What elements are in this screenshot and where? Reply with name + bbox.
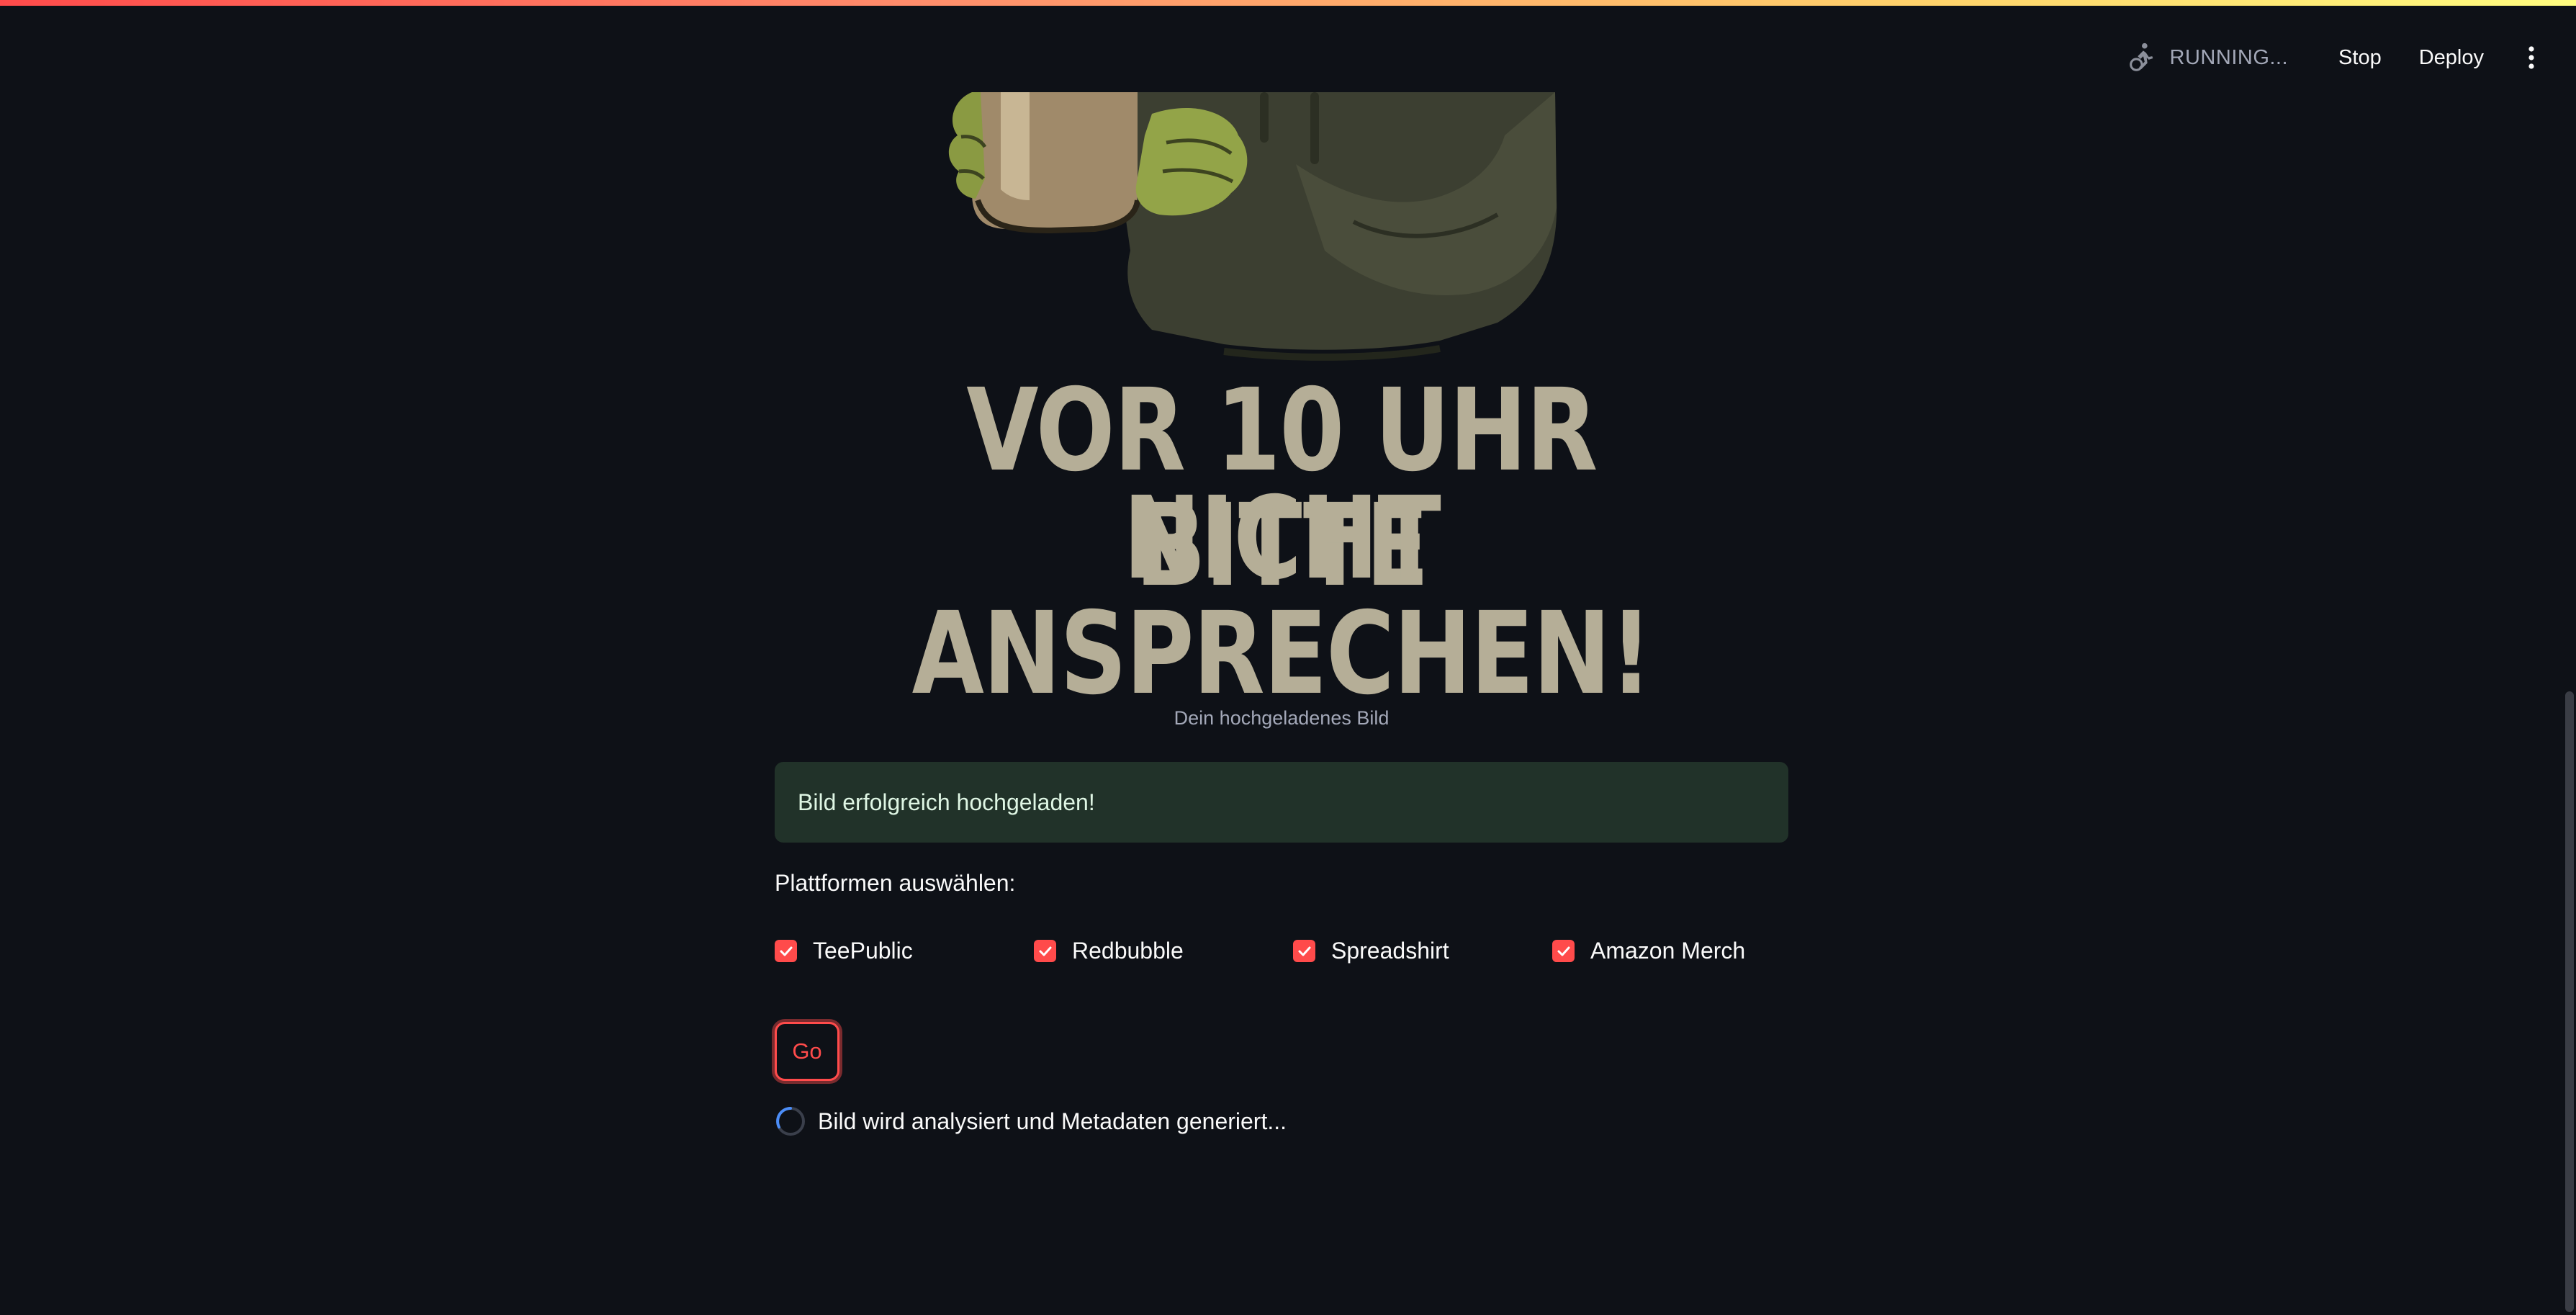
loading-spinner-icon [776, 1107, 805, 1136]
main-menu-button[interactable] [2516, 36, 2547, 79]
vertical-dots-icon [2528, 46, 2534, 69]
page-scrollbar[interactable] [2563, 0, 2576, 1315]
checkbox-amazon-merch[interactable]: Amazon Merch [1552, 938, 1745, 964]
running-status: RUNNING... [2125, 41, 2289, 74]
running-status-text: RUNNING... [2169, 45, 2289, 69]
success-alert-text: Bild erfolgreich hochgeladen! [798, 789, 1095, 815]
deploy-button[interactable]: Deploy [2405, 39, 2498, 77]
uploaded-image: VOR 10 UHR BITTE NICHT ANSPRECHEN! [792, 92, 1771, 712]
scrollbar-thumb[interactable] [2565, 691, 2574, 1312]
checkbox-spreadshirt[interactable]: Spreadshirt [1293, 938, 1449, 964]
checkbox-checked-icon[interactable] [1552, 940, 1575, 962]
image-caption: Dein hochgeladenes Bild [1174, 707, 1390, 729]
checkbox-checked-icon[interactable] [775, 940, 797, 962]
running-man-icon [2129, 42, 2153, 71]
app-page: RUNNING... Stop Deploy VOR 10 UHR BITTE … [0, 0, 2576, 1315]
checkbox-label: Spreadshirt [1331, 938, 1449, 964]
image-text-line-2: NICHT ANSPRECHEN! [911, 472, 1652, 720]
platform-select-label: Plattformen auswählen: [775, 870, 1016, 896]
illustration-character [948, 92, 1557, 361]
success-alert: Bild erfolgreich hochgeladen! [775, 762, 1788, 843]
stop-button[interactable]: Stop [2324, 39, 2396, 77]
checkbox-label: TeePublic [813, 938, 913, 964]
checkbox-redbubble[interactable]: Redbubble [1034, 938, 1184, 964]
checkbox-label: Amazon Merch [1590, 938, 1746, 964]
checkbox-teepublic[interactable]: TeePublic [775, 938, 913, 964]
app-toolbar: RUNNING... Stop Deploy [2125, 36, 2547, 79]
loading-spinner-text: Bild wird analysiert und Metadaten gener… [818, 1108, 1287, 1134]
loading-spinner-row: Bild wird analysiert und Metadaten gener… [775, 1105, 1287, 1137]
top-decoration-bar [0, 0, 2576, 6]
checkbox-checked-icon[interactable] [1034, 940, 1056, 962]
checkbox-label: Redbubble [1072, 938, 1184, 964]
platform-checkbox-group: TeePublic Redbubble Spreadshirt Amazon M… [775, 938, 1788, 972]
checkbox-checked-icon[interactable] [1293, 940, 1315, 962]
go-button[interactable]: Go [775, 1022, 839, 1081]
